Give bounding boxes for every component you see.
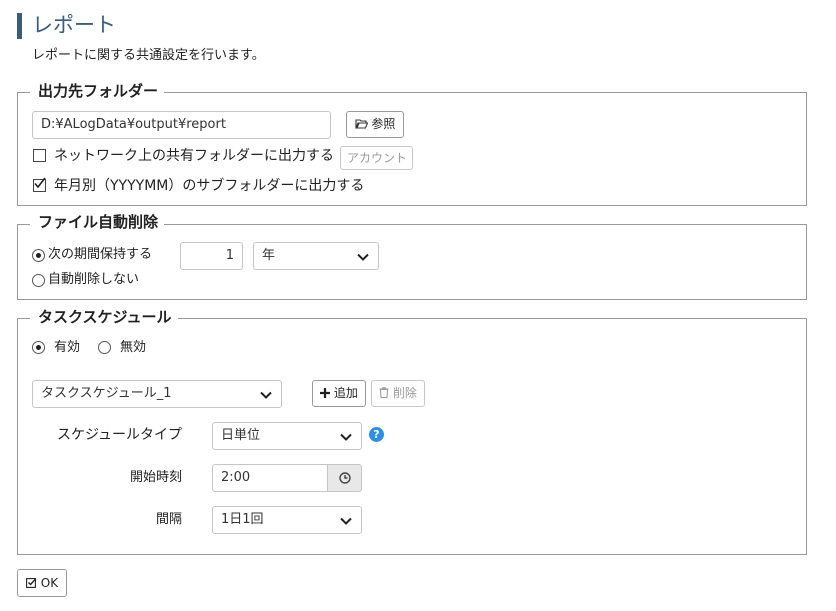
- chevron-down-icon: [340, 433, 352, 441]
- network-share-label[interactable]: ネットワーク上の共有フォルダーに出力する: [54, 146, 334, 166]
- start-time-input[interactable]: 2:00: [212, 464, 328, 492]
- interval-label: 間隔: [155, 512, 182, 527]
- schedule-disabled-radio[interactable]: [98, 341, 111, 354]
- keep-period-radio[interactable]: [32, 249, 45, 262]
- chevron-down-icon: [357, 253, 369, 261]
- no-delete-label[interactable]: 自動削除しない: [48, 270, 139, 290]
- check-square-icon: [25, 578, 37, 588]
- schedule-select[interactable]: タスクスケジュール_1: [32, 380, 282, 408]
- page-title: レポート: [32, 13, 116, 37]
- keep-period-input[interactable]: 1: [180, 242, 243, 270]
- schedule-type-value: 日単位: [221, 428, 261, 443]
- browse-button-label: 参照: [371, 117, 396, 131]
- start-time-label: 開始時刻: [129, 470, 182, 485]
- monthly-subfolder-checkbox[interactable]: [33, 177, 46, 192]
- clock-button[interactable]: [327, 464, 362, 492]
- network-share-checkbox[interactable]: [33, 149, 46, 162]
- schedule-enabled-label[interactable]: 有効: [54, 338, 80, 358]
- ok-button[interactable]: OK: [17, 569, 67, 597]
- period-unit-value: 年: [262, 248, 276, 263]
- account-button[interactable]: アカウント: [340, 146, 413, 170]
- clock-icon: [339, 472, 351, 484]
- checkmark-icon: [34, 177, 46, 189]
- folder-open-icon: [354, 119, 368, 129]
- schedule-type-select[interactable]: 日単位: [212, 422, 362, 450]
- no-delete-radio[interactable]: [32, 274, 45, 287]
- title-accent-bar: [17, 13, 22, 39]
- browse-button[interactable]: 参照: [346, 111, 404, 138]
- output-path-input[interactable]: D:¥ALogData¥output¥report: [32, 111, 331, 139]
- task-schedule-legend: タスクスケジュール: [30, 307, 178, 327]
- add-schedule-button[interactable]: 追加: [312, 380, 366, 407]
- output-folder-legend: 出力先フォルダー: [30, 81, 165, 101]
- schedule-disabled-label[interactable]: 無効: [120, 338, 146, 358]
- page-subtitle: レポートに関する共通設定を行います。: [32, 48, 265, 63]
- add-schedule-label: 追加: [333, 386, 358, 400]
- schedule-enabled-radio[interactable]: [32, 341, 45, 354]
- interval-value: 1日1回: [221, 512, 264, 527]
- delete-schedule-button[interactable]: 削除: [371, 380, 425, 407]
- interval-select[interactable]: 1日1回: [212, 506, 362, 534]
- schedule-type-label: スケジュールタイプ: [56, 427, 182, 443]
- keep-period-label[interactable]: 次の期間保持する: [48, 245, 152, 265]
- trash-icon: [379, 387, 389, 398]
- help-icon[interactable]: ?: [369, 427, 384, 442]
- auto-delete-legend: ファイル自動削除: [30, 212, 165, 232]
- ok-button-label: OK: [40, 576, 59, 590]
- chevron-down-icon: [260, 391, 272, 399]
- period-unit-select[interactable]: 年: [253, 242, 379, 270]
- schedule-select-value: タスクスケジュール_1: [41, 386, 172, 401]
- plus-icon: [320, 388, 331, 398]
- chevron-down-icon: [340, 517, 352, 525]
- delete-schedule-label: 削除: [392, 386, 417, 400]
- monthly-subfolder-label[interactable]: 年月別（YYYYMM）のサブフォルダーに出力する: [54, 176, 364, 196]
